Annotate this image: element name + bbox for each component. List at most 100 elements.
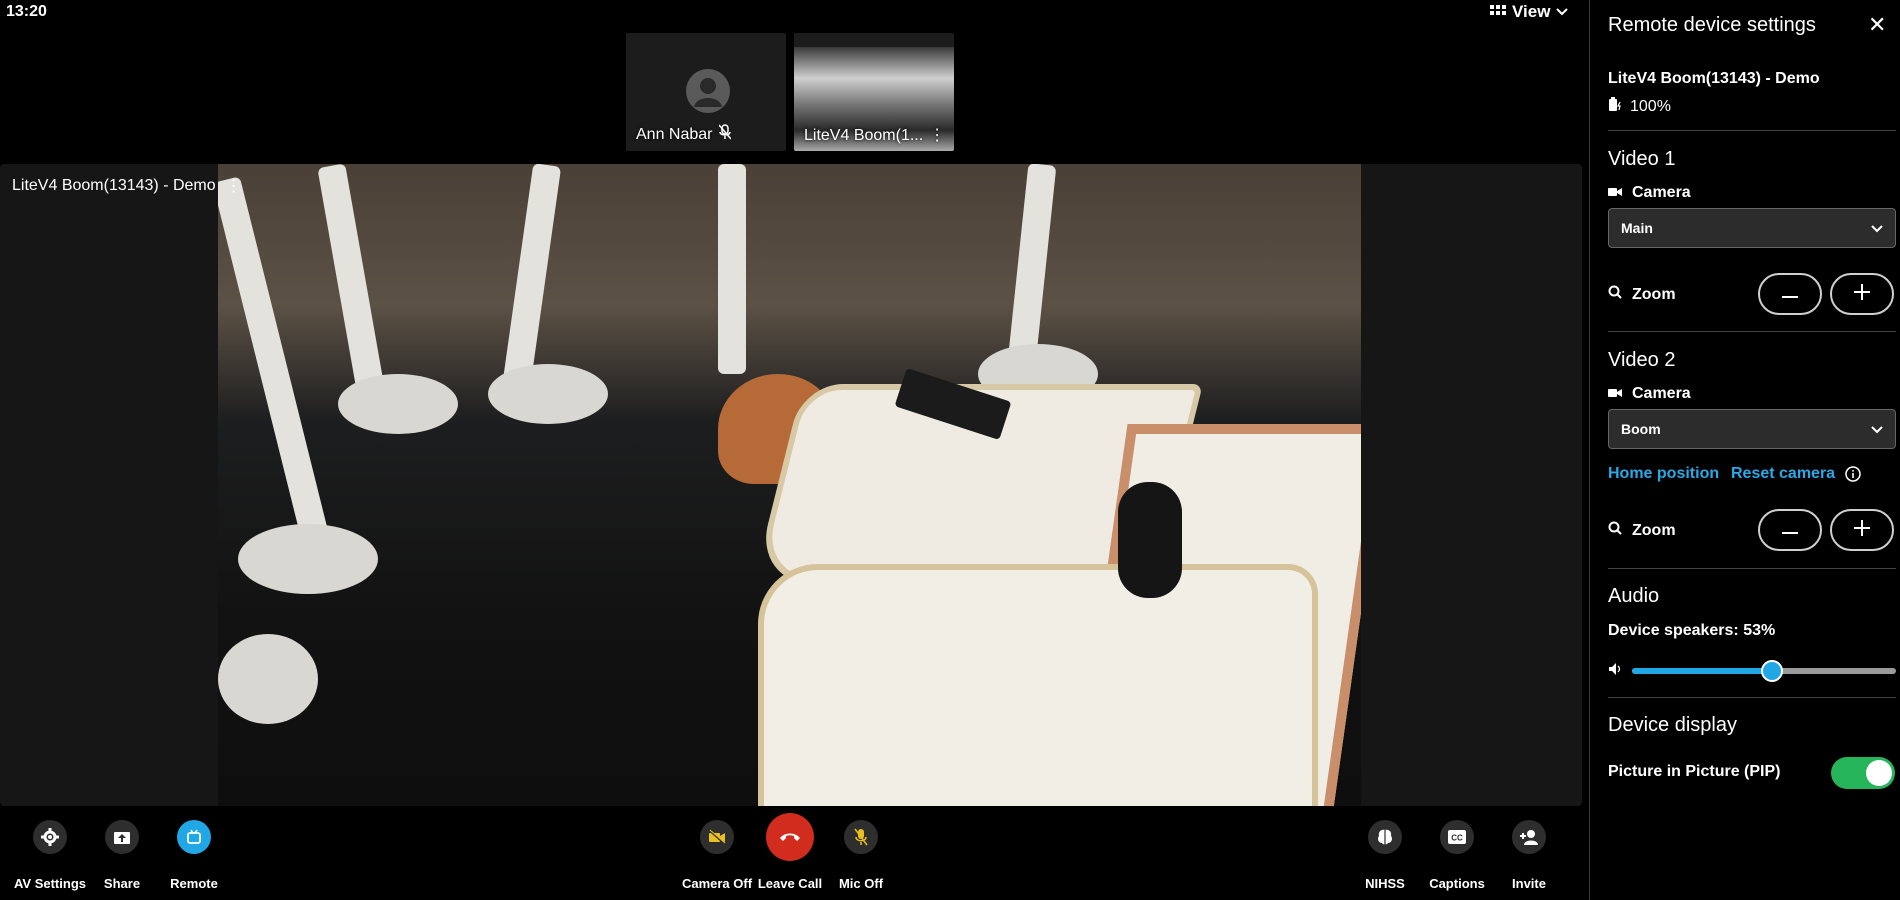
gear-icon: [33, 820, 67, 854]
device-speakers-label: Device speakers: 53%: [1608, 622, 1776, 639]
device-speakers-slider[interactable]: [1632, 660, 1896, 682]
camera-off-icon: [700, 820, 734, 854]
video-camera-icon: [1608, 184, 1622, 202]
camera-off-button[interactable]: Camera Off: [677, 820, 757, 891]
device-display-title: Device display: [1608, 714, 1737, 736]
av-settings-button[interactable]: AV Settings: [10, 820, 90, 891]
video2-camera-value: Boom: [1621, 421, 1661, 437]
video1-camera-value: Main: [1621, 220, 1653, 236]
toggle-knob: [1866, 760, 1892, 786]
video1-camera-label: Camera: [1632, 184, 1691, 201]
remote-button[interactable]: Remote: [154, 820, 234, 891]
battery-level: 100%: [1630, 97, 1671, 115]
search-icon: [1608, 521, 1622, 540]
info-icon[interactable]: [1845, 466, 1861, 487]
kebab-menu-icon[interactable]: ⋮: [226, 176, 242, 196]
video2-zoom-in-button[interactable]: [1830, 509, 1894, 551]
remote-icon: [177, 820, 211, 854]
close-icon[interactable]: ✕: [1868, 14, 1886, 36]
video-camera-icon: [1608, 385, 1622, 403]
share-button[interactable]: Share: [82, 820, 162, 891]
minus-icon: [1782, 285, 1798, 303]
slider-thumb[interactable]: [1760, 660, 1783, 682]
remote-device-settings-panel: Remote device settings ✕ LiteV4 Boom(131…: [1589, 0, 1900, 900]
battery-icon: [1608, 96, 1622, 117]
speaker-device: [1118, 482, 1182, 598]
add-person-icon: [1512, 820, 1546, 854]
chevron-down-icon: [1556, 8, 1569, 16]
clock: 13:20: [6, 3, 47, 20]
av-settings-label: AV Settings: [14, 876, 86, 891]
audio-title: Audio: [1608, 585, 1660, 607]
invite-button[interactable]: Invite: [1489, 820, 1569, 891]
video1-zoom-label: Zoom: [1632, 285, 1676, 303]
pip-label: Picture in Picture (PIP): [1608, 763, 1781, 780]
participant-name: LiteV4 Boom(1...: [804, 127, 924, 144]
mic-off-icon: [844, 820, 878, 854]
stage-label: LiteV4 Boom(13143) - Demo ⋮: [12, 176, 242, 196]
divider: [1608, 697, 1896, 698]
invite-label: Invite: [1512, 876, 1546, 891]
volume-icon: [1608, 662, 1622, 681]
stage-participant-name: LiteV4 Boom(13143) - Demo: [12, 177, 216, 194]
avatar: [686, 69, 730, 113]
video2-title: Video 2: [1608, 349, 1676, 371]
video1-zoom-out-button[interactable]: [1758, 273, 1822, 315]
search-icon: [1608, 285, 1622, 304]
chevron-down-icon: [1871, 421, 1883, 437]
phone-hangup-icon: [766, 813, 814, 861]
plus-icon: [1854, 519, 1870, 541]
video2-zoom-row: Zoom: [1608, 521, 1676, 540]
pip-toggle[interactable]: [1831, 757, 1895, 789]
share-label: Share: [103, 876, 141, 891]
camera-off-label: Camera Off: [681, 876, 753, 891]
nihss-label: NIHSS: [1365, 876, 1405, 891]
main-video-stage: LiteV4 Boom(13143) - Demo ⋮: [0, 164, 1582, 806]
divider: [1608, 331, 1896, 332]
chevron-down-icon: [1871, 220, 1883, 236]
participant-thumbnail[interactable]: LiteV4 Boom(1... ⋮: [794, 33, 954, 151]
home-position-link[interactable]: Home position: [1608, 465, 1719, 483]
video2-camera-select[interactable]: Boom: [1608, 409, 1896, 449]
video1-zoom-row: Zoom: [1608, 285, 1676, 304]
divider: [1608, 130, 1896, 131]
captions-button[interactable]: CC Captions: [1417, 820, 1497, 891]
remote-label: Remote: [170, 876, 218, 891]
divider: [1608, 568, 1896, 569]
grid-icon: [1490, 5, 1506, 19]
video1-zoom-in-button[interactable]: [1830, 273, 1894, 315]
video1-camera-label-row: Camera: [1608, 184, 1691, 202]
share-icon: [105, 820, 139, 854]
device-name: LiteV4 Boom(13143) - Demo: [1608, 70, 1820, 87]
participant-name-row: LiteV4 Boom(1... ⋮: [804, 127, 945, 145]
nihss-button[interactable]: NIHSS: [1345, 820, 1425, 891]
leave-call-label: Leave Call: [757, 876, 823, 891]
mic-off-label: Mic Off: [838, 876, 884, 891]
video2-zoom-out-button[interactable]: [1758, 509, 1822, 551]
minus-icon: [1782, 521, 1798, 539]
participant-thumbnail[interactable]: Ann Nabar: [626, 33, 786, 151]
video1-title: Video 1: [1608, 148, 1676, 170]
slider-fill: [1632, 668, 1772, 674]
reset-camera-link[interactable]: Reset camera: [1731, 465, 1835, 483]
participant-name: Ann Nabar: [636, 125, 713, 143]
video2-camera-label-row: Camera: [1608, 385, 1691, 403]
view-label: View: [1512, 2, 1551, 21]
leave-call-button[interactable]: Leave Call: [750, 813, 830, 891]
svg-text:CC: CC: [1451, 834, 1463, 843]
view-button[interactable]: View: [1490, 2, 1569, 22]
video2-zoom-label: Zoom: [1632, 521, 1676, 539]
kebab-menu-icon[interactable]: ⋮: [929, 128, 945, 144]
battery-status: 100%: [1608, 96, 1671, 117]
mic-muted-icon: [717, 124, 732, 145]
video2-camera-label: Camera: [1632, 385, 1691, 402]
panel-title: Remote device settings: [1608, 14, 1816, 36]
captions-label: Captions: [1429, 876, 1485, 891]
video-call-app: 13:20 View Ann Nabar LiteV4 Boom(1... ⋮: [0, 0, 1900, 900]
brain-icon: [1368, 820, 1402, 854]
participant-name-row: Ann Nabar: [636, 124, 732, 145]
mic-off-button[interactable]: Mic Off: [821, 820, 901, 891]
video1-camera-select[interactable]: Main: [1608, 208, 1896, 248]
table: [758, 564, 1318, 806]
plus-icon: [1854, 283, 1870, 305]
